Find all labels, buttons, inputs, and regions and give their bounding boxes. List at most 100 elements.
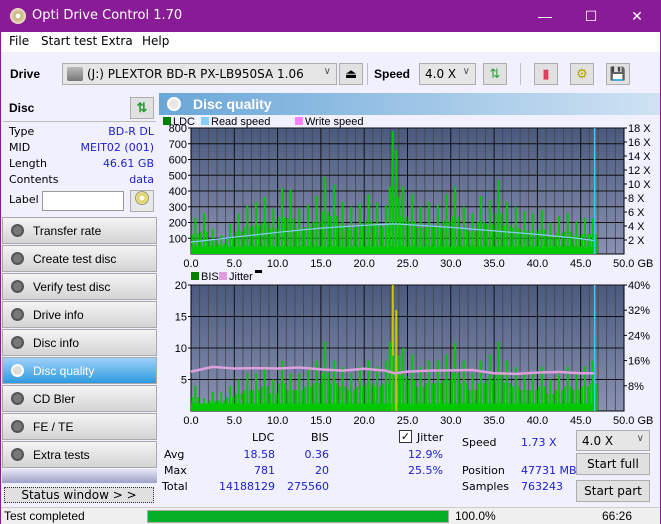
refresh-button[interactable]: ⇅: [483, 63, 507, 85]
toolbar-separator: [520, 63, 521, 85]
bar: [341, 202, 344, 254]
verify-test-disc-icon: [11, 280, 24, 293]
nav-drive-info[interactable]: Drive info: [2, 301, 157, 328]
bar: [202, 398, 205, 411]
bar: [477, 383, 480, 411]
main-header: Disc quality: [159, 93, 660, 115]
menu-extra[interactable]: Extra: [101, 34, 133, 48]
drive-select-value: (J:) PLEXTOR BD-R PX-LB950SA 1.06: [87, 67, 304, 81]
eject-button[interactable]: ⏏: [339, 63, 363, 85]
bar: [381, 383, 384, 411]
bar: [436, 205, 439, 254]
bar: [399, 216, 402, 254]
close-button[interactable]: ✕: [614, 1, 660, 32]
nav-cd-bler[interactable]: CD Bler: [2, 385, 157, 412]
bar: [381, 227, 384, 254]
bar: [439, 227, 442, 254]
bar: [312, 383, 315, 411]
bar: [575, 220, 578, 254]
jitter-checkbox[interactable]: ✓: [399, 430, 412, 443]
bar: [228, 385, 231, 411]
x-tick-label: 40.0: [527, 258, 548, 270]
bar: [436, 360, 439, 411]
bar: [588, 234, 591, 254]
menu-file[interactable]: File: [9, 34, 29, 48]
refresh-arrows-icon: ⇅: [136, 100, 148, 115]
disc-contents-value: data: [129, 173, 154, 186]
nav-verify-test-disc[interactable]: Verify test disc: [2, 273, 157, 300]
legend-read-speed-swatch: [201, 117, 209, 125]
stats-total-bis: 275560: [287, 480, 329, 493]
settings-button[interactable]: ⚙: [570, 63, 594, 85]
bar: [220, 392, 223, 411]
nav-fe-te[interactable]: FE / TE: [2, 413, 157, 440]
bar: [491, 224, 494, 254]
x-tick-label: 10.0: [267, 258, 288, 270]
nav-label: Transfer rate: [33, 224, 102, 238]
bar: [358, 366, 361, 411]
bar: [485, 379, 488, 411]
speed-select[interactable]: 4.0 X ∨: [419, 63, 476, 85]
bar: [199, 231, 202, 254]
disc-header: Disc ⇅: [3, 93, 156, 121]
save-button[interactable]: 💾: [606, 63, 630, 85]
drive-label: Drive: [10, 67, 41, 81]
minimize-button[interactable]: —: [522, 1, 568, 32]
disc-refresh-button[interactable]: ⇅: [130, 97, 154, 119]
bar: [240, 393, 243, 411]
bar: [465, 383, 468, 411]
refresh-arrows-icon: ⇅: [489, 66, 501, 81]
bar: [373, 225, 376, 254]
bar: [208, 240, 211, 254]
status-window-button[interactable]: Status window > >: [4, 487, 154, 503]
bar: [392, 196, 395, 254]
disc-quality-icon: [167, 97, 181, 111]
start-full-button[interactable]: Start full: [576, 453, 650, 475]
y-tick-label: 10: [175, 343, 187, 355]
disc-label-key: Label: [9, 193, 39, 206]
bar: [454, 186, 457, 254]
bar: [445, 194, 448, 254]
bar: [529, 390, 532, 411]
nav-create-test-disc[interactable]: Create test disc: [2, 245, 157, 272]
bar: [303, 386, 306, 411]
bar: [214, 240, 217, 254]
bar: [494, 372, 497, 411]
start-part-button[interactable]: Start part: [576, 480, 650, 502]
disc-label-button[interactable]: [130, 190, 154, 212]
menu-start-test[interactable]: Start test: [41, 34, 97, 48]
bar: [566, 213, 569, 254]
bar: [488, 354, 491, 411]
nav-disc-quality[interactable]: Disc quality: [2, 357, 157, 384]
bar: [344, 225, 347, 254]
disc-label-input[interactable]: [42, 191, 124, 211]
bar: [399, 376, 402, 411]
bar: [199, 404, 202, 411]
bar: [462, 206, 465, 254]
nav-extra-tests[interactable]: Extra tests: [2, 441, 157, 468]
bar: [405, 216, 408, 254]
bar: [465, 228, 468, 254]
bar: [223, 400, 226, 411]
bar: [503, 225, 506, 254]
menu-help[interactable]: Help: [142, 34, 169, 48]
erase-button[interactable]: ▮: [534, 63, 558, 85]
y-tick-label: 500: [169, 170, 187, 182]
bar: [431, 383, 434, 411]
x-tick-label: 35.0: [483, 258, 504, 270]
nav-disc-info[interactable]: Disc info: [2, 329, 157, 356]
bar: [523, 373, 526, 411]
nav-transfer-rate[interactable]: Transfer rate: [2, 217, 157, 244]
x-tick-label: 20.0: [353, 415, 374, 427]
stats-header-ldc: LDC: [252, 431, 275, 444]
progress-fill: [148, 511, 448, 522]
maximize-button[interactable]: ☐: [568, 1, 614, 32]
bar: [263, 366, 266, 411]
drive-select[interactable]: (J:) PLEXTOR BD-R PX-LB950SA 1.06 ∨: [62, 63, 337, 85]
nav-filler: [2, 469, 157, 483]
bar: [480, 195, 483, 254]
app-window: Opti Drive Control 1.70 — ☐ ✕ File Start…: [0, 0, 661, 524]
bar: [347, 228, 350, 254]
main-panel: Disc quality LDC Read speed Write speed …: [159, 91, 660, 507]
test-speed-select[interactable]: 4.0 X ∨: [576, 430, 650, 451]
